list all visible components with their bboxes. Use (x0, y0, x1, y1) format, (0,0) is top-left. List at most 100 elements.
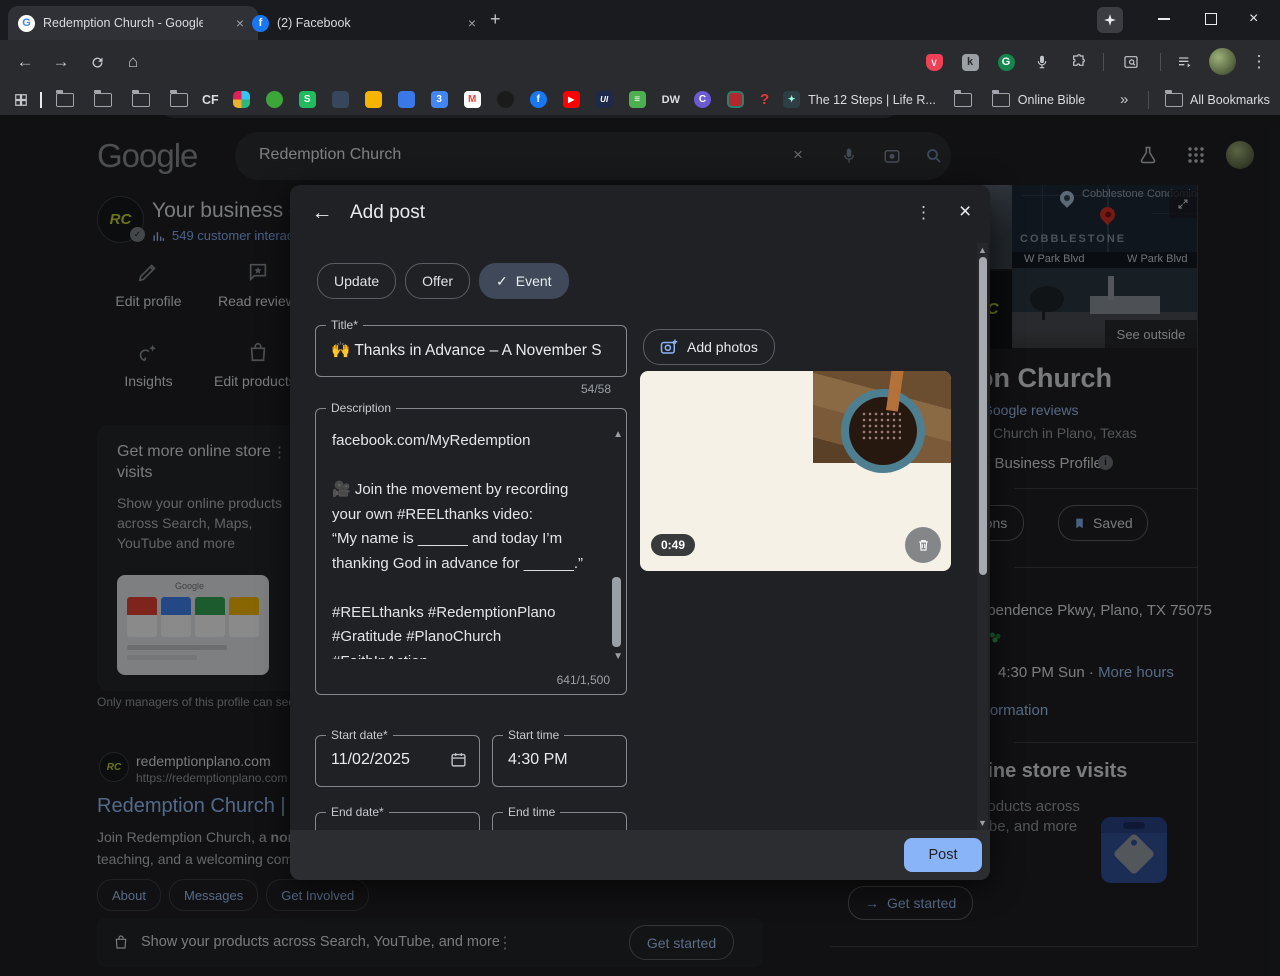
bookmark-gmail-icon[interactable]: M (464, 91, 481, 108)
bookmarks-bar: CF S 3 M f ▶ UI ≡ DW C ? ✦ The 12 Steps … (0, 84, 1280, 115)
sparkle-icon (1103, 13, 1117, 27)
tab-facebook[interactable]: f (2) Facebook × (242, 6, 490, 40)
post-type-chip[interactable]: ✓Offer (405, 263, 470, 299)
bookmark-folder-bible-icon[interactable] (992, 93, 1010, 107)
tab-title: Redemption Church - Google S (43, 16, 203, 30)
bookmark-dw[interactable]: DW (662, 94, 680, 106)
bookmark-google-docs-icon[interactable] (398, 91, 415, 108)
tab-strip: G Redemption Church - Google S × f (2) F… (0, 0, 1280, 40)
description-scrollbar-thumb[interactable] (612, 577, 621, 647)
dialog-scrollbar[interactable]: ▲ ▼ (977, 243, 988, 830)
bookmark-ui-icon[interactable]: UI (596, 91, 613, 108)
dialog-scrollbar-thumb[interactable] (979, 257, 987, 575)
new-tab-button[interactable]: + (490, 9, 501, 30)
bookmarks-overflow-chevron[interactable]: » (1120, 91, 1128, 108)
browser-window: G Redemption Church - Google S × f (2) F… (0, 0, 1280, 976)
bookmark-c-site-icon[interactable]: C (694, 91, 711, 108)
all-bookmarks[interactable]: All Bookmarks (1190, 93, 1270, 107)
bookmark-question-site-icon[interactable]: ? (760, 91, 769, 108)
trash-icon (916, 537, 931, 553)
dialog-kebab-icon[interactable]: ⋮ (907, 200, 940, 226)
all-bookmarks-folder-icon[interactable] (1165, 93, 1183, 107)
bookmark-online-bible[interactable]: Online Bible (1018, 93, 1085, 107)
check-icon: ✓ (496, 273, 508, 290)
add-post-dialog: ← Add post ⋮ × ✓Update✓Offer✓Event Title… (290, 185, 990, 880)
scroll-down-icon[interactable]: ▼ (613, 651, 623, 662)
dialog-close-icon[interactable]: × (953, 198, 977, 226)
bookmark-tc-icon[interactable] (497, 91, 514, 108)
bookmark-google-calendar-icon[interactable]: 3 (431, 91, 448, 108)
title-field-value: 🙌 Thanks in Advance – A November S (331, 341, 613, 360)
bookmark-folder-icon[interactable] (170, 93, 188, 107)
media-preview-card[interactable]: 0:49 (640, 371, 951, 571)
bookmark-facebook-icon[interactable]: f (530, 91, 547, 108)
add-photo-camera-icon (660, 338, 678, 356)
scroll-down-icon[interactable]: ▼ (978, 818, 987, 828)
add-photos-button[interactable]: Add photos (643, 329, 775, 365)
sparkle-button[interactable] (1097, 7, 1123, 33)
bookmark-folder-icon[interactable] (132, 93, 150, 107)
bookmark-gloo-icon[interactable] (266, 91, 283, 108)
bookmark-subsplash-icon[interactable]: S (299, 91, 316, 108)
home-icon[interactable]: ⌂ (120, 49, 146, 75)
forward-icon[interactable]: → (48, 49, 74, 75)
video-duration-badge: 0:49 (651, 534, 695, 556)
post-type-chip[interactable]: ✓Event (479, 263, 569, 299)
tab-close-icon[interactable]: × (464, 15, 480, 31)
scroll-up-icon[interactable]: ▲ (613, 429, 623, 440)
apps-grid-icon[interactable] (14, 93, 28, 107)
back-arrow-icon[interactable]: ← (308, 199, 336, 227)
post-button[interactable]: Post (904, 838, 982, 872)
maximize-button[interactable] (1205, 13, 1217, 25)
post-type-chip[interactable]: ✓Update (317, 263, 396, 299)
title-field-label: Title* (326, 318, 363, 332)
start-date-label: Start date* (326, 728, 393, 742)
profile-avatar[interactable] (1209, 48, 1236, 75)
close-button[interactable]: × (1249, 10, 1258, 28)
sidepanel-search-icon[interactable] (1118, 49, 1144, 75)
bookmark-tree-site-icon[interactable] (332, 91, 349, 108)
grammarly-extension-icon[interactable]: G (993, 49, 1019, 75)
start-date-field[interactable]: Start date* 11/02/2025 (315, 735, 480, 787)
bookmark-youtube-icon[interactable]: ▶ (563, 91, 580, 108)
video-thumbnail (813, 371, 951, 463)
description-text[interactable]: facebook.com/MyRedemption 🎥 Join the mov… (332, 429, 596, 659)
bookmarks-divider (1148, 91, 1149, 109)
reload-icon[interactable] (84, 49, 110, 75)
bookmark-folder-icon[interactable] (94, 93, 112, 107)
bookmark-lock-site-icon[interactable] (727, 91, 744, 108)
scroll-up-icon[interactable]: ▲ (978, 245, 987, 255)
tab-title: (2) Facebook (277, 16, 351, 30)
bookmark-slack-icon[interactable] (233, 91, 250, 108)
back-icon[interactable]: ← (12, 49, 38, 75)
microphone-icon[interactable] (1029, 49, 1055, 75)
bookmark-google-keep-icon[interactable] (365, 91, 382, 108)
calendar-icon[interactable] (450, 751, 467, 768)
facebook-favicon-icon: f (252, 15, 269, 32)
description-field[interactable]: Description facebook.com/MyRedemption 🎥 … (315, 408, 627, 695)
description-counter: 641/1,500 (557, 673, 610, 687)
google-favicon-icon: G (18, 15, 35, 32)
start-date-value: 11/02/2025 (331, 751, 410, 769)
k-extension-icon[interactable]: k (957, 49, 983, 75)
bookmark-list-site-icon[interactable]: ≡ (629, 91, 646, 108)
start-time-field[interactable]: Start time 4:30 PM (492, 735, 627, 787)
end-time-label: End time (503, 805, 560, 819)
bookmark-folder-icon[interactable] (954, 93, 972, 107)
delete-media-button[interactable] (905, 527, 941, 563)
media-playlist-icon[interactable] (1172, 49, 1198, 75)
bookmark-folder-icon[interactable] (56, 93, 74, 107)
post-type-tabs: ✓Update✓Offer✓Event (317, 263, 578, 299)
bookmark-12steps-icon[interactable]: ✦ (783, 91, 800, 108)
toolbar-divider (1160, 53, 1161, 71)
minimize-button[interactable] (1158, 18, 1170, 20)
pocket-extension-icon[interactable]: ∨ (921, 49, 947, 75)
title-counter: 54/58 (315, 382, 611, 396)
bookmarks-divider (40, 92, 42, 108)
extensions-puzzle-icon[interactable] (1066, 49, 1092, 75)
tab-google-search[interactable]: G Redemption Church - Google S × (8, 6, 258, 40)
menu-kebab-icon[interactable]: ⋮ (1246, 49, 1272, 75)
bookmark-12steps[interactable]: The 12 Steps | Life R... (808, 93, 936, 107)
title-field[interactable]: Title* 🙌 Thanks in Advance – A November … (315, 325, 627, 377)
bookmark-cf[interactable]: CF (202, 93, 219, 107)
